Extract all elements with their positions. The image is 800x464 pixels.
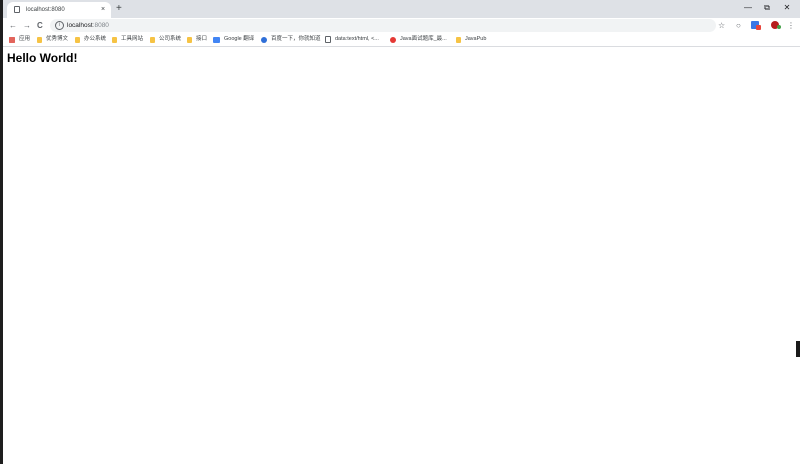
address-bar[interactable]: i localhost:8080 [50, 19, 716, 32]
bookmark-label: 优秀博文 [46, 36, 69, 42]
java-icon [390, 36, 396, 43]
bookmark-label: Java面试题库_最... [400, 36, 447, 42]
folder-icon [37, 36, 42, 43]
bookmark-label: 工具网站 [121, 36, 144, 42]
bookmark-label: data:text/html, <... [335, 36, 379, 42]
bookmark-folder-api[interactable]: 接口 [187, 35, 207, 44]
menu-kebab-icon[interactable]: ⋮ [787, 20, 795, 31]
bookmark-folder-company[interactable]: 公司系统 [150, 35, 181, 44]
bookmarks-bar: 应用 优秀博文 办公系统 工具网站 公司系统 接口 Google 翻译 百度一下… [3, 33, 800, 47]
tab-close-icon[interactable]: × [101, 5, 105, 15]
browser-toolbar: ← → C i localhost:8080 ☆ ○ ⋮ [3, 18, 800, 33]
extension-circle-icon[interactable]: ○ [736, 20, 741, 31]
baidu-icon [261, 36, 267, 43]
bookmark-label: 应用 [19, 36, 31, 42]
folder-icon [456, 36, 461, 43]
back-icon[interactable]: ← [9, 20, 17, 31]
tab-title: localhost:8080 [26, 7, 65, 13]
minimize-button[interactable]: — [741, 2, 755, 14]
url-host: localhost [67, 22, 93, 29]
scroll-marker [796, 341, 800, 357]
bookmark-label: JavaPub [465, 36, 487, 42]
bookmark-label: 百度一下，你就知道 [271, 36, 321, 42]
forward-icon[interactable]: → [23, 20, 31, 31]
extension-status-dot-icon [777, 25, 781, 29]
folder-icon [187, 36, 192, 43]
folder-icon [75, 36, 80, 43]
google-translate-icon [213, 36, 220, 43]
apps-icon [9, 36, 15, 43]
tab-localhost[interactable]: localhost:8080 × [7, 2, 111, 18]
folder-icon [112, 36, 117, 43]
bookmark-label: Google 翻译 [224, 36, 255, 42]
page-heading: Hello World! [7, 51, 78, 65]
extension-badge-icon [756, 25, 761, 30]
reload-icon[interactable]: C [37, 20, 43, 31]
restore-button[interactable]: ⧉ [760, 2, 774, 14]
bookmark-data-url[interactable]: data:text/html, <... [325, 35, 379, 44]
url-text[interactable]: localhost:8080 [67, 20, 109, 31]
bookmark-baidu[interactable]: 百度一下，你就知道 [261, 35, 321, 44]
tab-strip: localhost:8080 × + — ⧉ ✕ [3, 0, 800, 18]
bookmark-folder-blogs[interactable]: 优秀博文 [37, 35, 68, 44]
bookmark-google-translate[interactable]: Google 翻译 [213, 35, 254, 44]
bookmark-folder-javapub[interactable]: JavaPub [456, 35, 486, 44]
bookmark-folder-tools[interactable]: 工具网站 [112, 35, 143, 44]
url-port: :8080 [92, 22, 109, 29]
bookmark-label: 办公系统 [84, 36, 107, 42]
folder-icon [150, 36, 155, 43]
close-window-button[interactable]: ✕ [780, 2, 794, 14]
page-icon [325, 36, 331, 43]
bookmark-label: 接口 [196, 36, 208, 42]
screen: localhost:8080 × + — ⧉ ✕ ← → C i localho… [0, 0, 800, 464]
new-tab-button[interactable]: + [116, 2, 122, 16]
page-content: Hello World! [3, 47, 800, 464]
site-info-icon[interactable]: i [55, 21, 64, 30]
bookmark-folder-office[interactable]: 办公系统 [75, 35, 106, 44]
page-icon [14, 6, 20, 13]
bookmark-label: 公司系统 [159, 36, 182, 42]
bookmark-star-icon[interactable]: ☆ [718, 20, 725, 31]
bookmark-apps[interactable]: 应用 [9, 35, 30, 44]
bookmark-java-interview[interactable]: Java面试题库_最... [390, 35, 447, 44]
